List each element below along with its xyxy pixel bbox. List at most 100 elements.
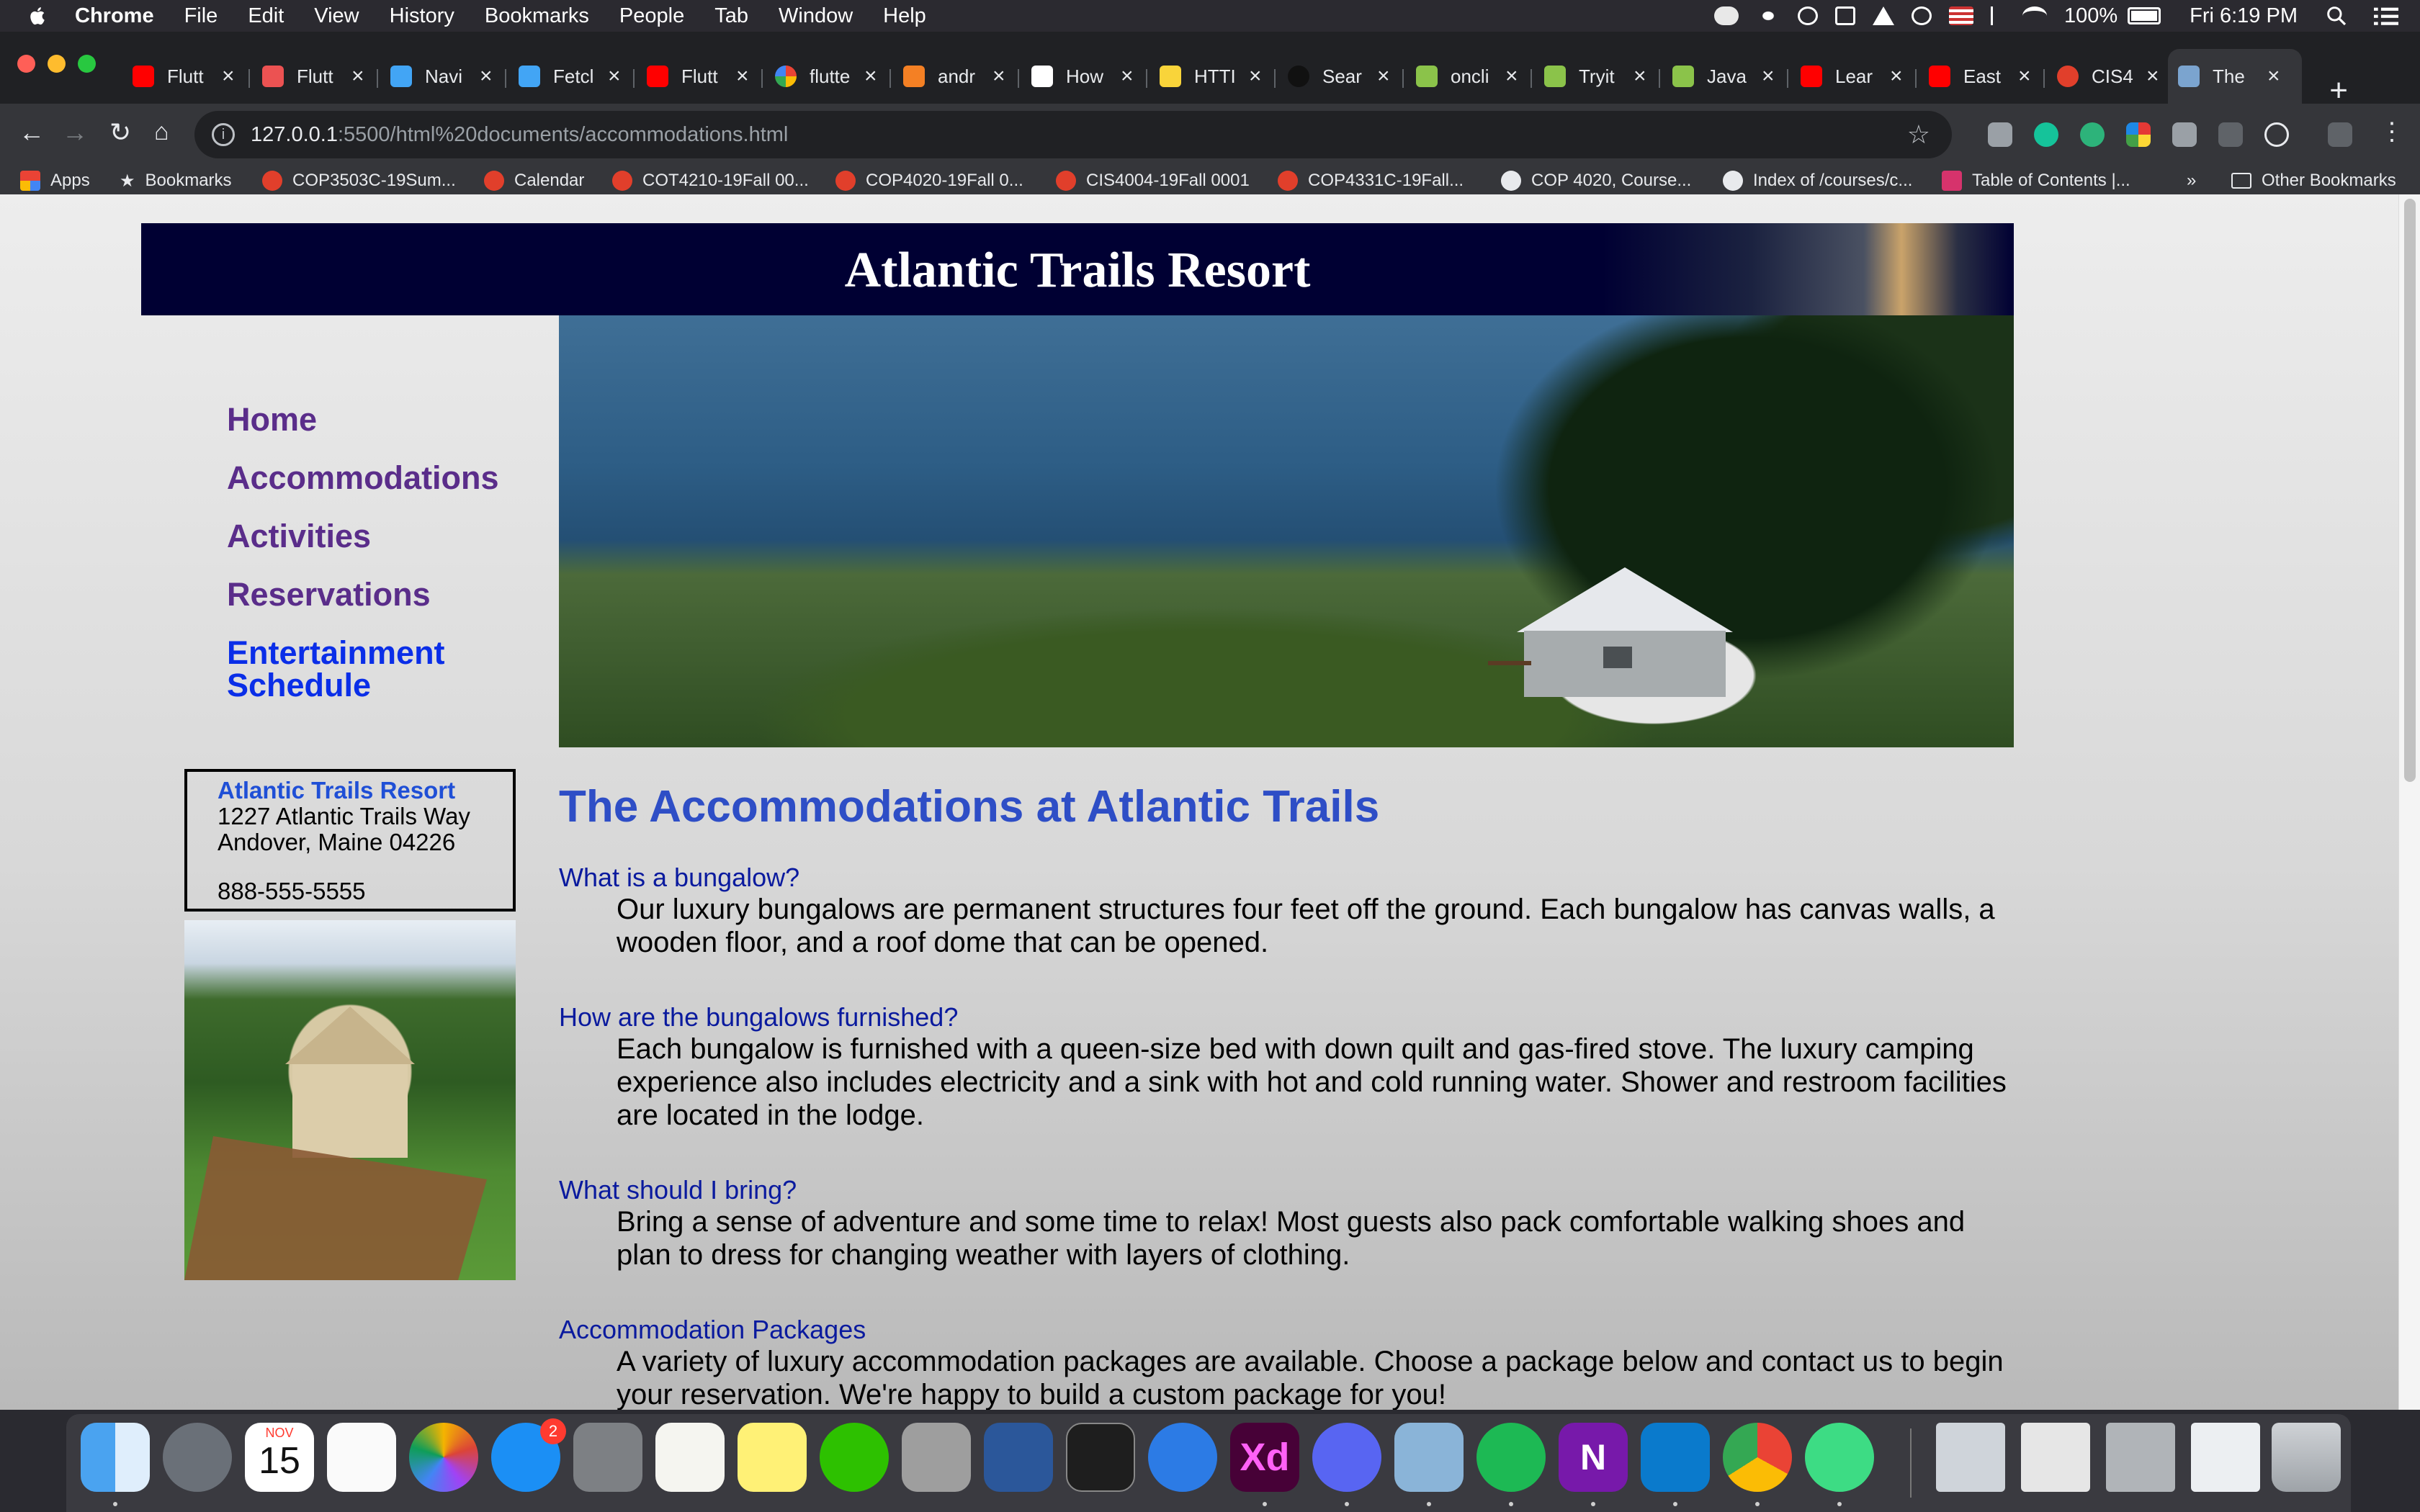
minimized-window-thumbnail[interactable]: [2191, 1423, 2260, 1492]
browser-tab[interactable]: Flutt ×: [252, 49, 364, 104]
browser-tab[interactable]: Sear ×: [1278, 49, 1390, 104]
reminders-icon[interactable]: [327, 1423, 396, 1492]
calendar-icon[interactable]: NOV 15: [245, 1423, 314, 1492]
home-icon[interactable]: ⌂: [154, 120, 169, 144]
extension-badge-icon[interactable]: [2080, 122, 2105, 147]
close-window-button[interactable]: [17, 55, 35, 73]
menu-history[interactable]: History: [390, 4, 454, 28]
minimize-window-button[interactable]: [48, 55, 66, 73]
close-tab-icon[interactable]: ×: [864, 64, 877, 89]
active-app-name[interactable]: Chrome: [75, 4, 154, 28]
bookmark-item[interactable]: COP4020-19Fall 0...: [835, 167, 1023, 194]
spotlight-search-icon[interactable]: [2325, 4, 2348, 27]
stickies-icon[interactable]: [738, 1423, 807, 1492]
minimized-window-thumbnail[interactable]: [2106, 1423, 2175, 1492]
browser-tab[interactable]: flutte ×: [765, 49, 877, 104]
nav-activities-link[interactable]: Activities: [227, 520, 499, 552]
browser-tab[interactable]: Navi ×: [380, 49, 493, 104]
forward-arrow-icon[interactable]: →: [62, 120, 88, 145]
finder-icon[interactable]: [81, 1423, 150, 1492]
us-flag-icon[interactable]: [1948, 6, 1973, 25]
close-tab-icon[interactable]: ×: [2146, 64, 2159, 89]
browser-tab[interactable]: East ×: [1919, 49, 2031, 104]
browser-tab[interactable]: Lear ×: [1791, 49, 1903, 104]
nav-accommodations-link[interactable]: Accommodations: [227, 462, 499, 494]
menu-help[interactable]: Help: [883, 4, 926, 28]
close-tab-icon[interactable]: ×: [2267, 64, 2280, 89]
battery-icon[interactable]: [2128, 7, 2161, 24]
vscode-icon[interactable]: [1641, 1423, 1710, 1492]
nav-home-link[interactable]: Home: [227, 403, 499, 436]
browser-tab[interactable]: CIS4 ×: [2047, 49, 2159, 104]
chrome-menu-icon[interactable]: ⋮: [2380, 120, 2404, 144]
color-palette-icon[interactable]: [2126, 122, 2151, 147]
browser-tab[interactable]: Java ×: [1662, 49, 1775, 104]
new-tab-button[interactable]: +: [2329, 75, 2348, 107]
textedit-icon[interactable]: [655, 1423, 725, 1492]
react-devtools-icon[interactable]: [2264, 122, 2289, 147]
close-tab-icon[interactable]: ×: [1634, 64, 1646, 89]
menu-file[interactable]: File: [184, 4, 218, 28]
close-tab-icon[interactable]: ×: [608, 64, 621, 89]
bookmark-item[interactable]: COT4210-19Fall 00...: [612, 167, 809, 194]
extension-icon[interactable]: [1988, 122, 2012, 147]
close-tab-icon[interactable]: ×: [480, 64, 493, 89]
reload-icon[interactable]: ↻: [109, 120, 131, 145]
grammarly-icon[interactable]: [2034, 122, 2058, 147]
bookmark-item[interactable]: COP 4020, Course...: [1501, 167, 1691, 194]
bookmark-folder-bookmarks[interactable]: ★ Bookmarks: [120, 167, 232, 194]
bookmark-item[interactable]: COP4331C-19Fall...: [1278, 167, 1464, 194]
menu-edit[interactable]: Edit: [248, 4, 284, 28]
close-tab-icon[interactable]: ×: [1505, 64, 1518, 89]
do-not-disturb-icon[interactable]: [1911, 6, 1932, 25]
other-bookmarks[interactable]: Other Bookmarks: [2231, 167, 2396, 194]
close-tab-icon[interactable]: ×: [992, 64, 1005, 89]
adobe-xd-icon[interactable]: Xd: [1230, 1423, 1299, 1492]
menu-view[interactable]: View: [314, 4, 359, 28]
creative-cloud-icon[interactable]: [1797, 6, 1818, 25]
bookmark-item[interactable]: Index of /courses/c...: [1723, 167, 1912, 194]
back-arrow-icon[interactable]: ←: [19, 120, 45, 145]
browser-tab-active[interactable]: The ×: [2168, 49, 2302, 104]
preview-icon[interactable]: [1394, 1423, 1464, 1492]
browser-tab[interactable]: How ×: [1021, 49, 1134, 104]
nav-entertainment-schedule-link[interactable]: Entertainment Schedule: [227, 636, 499, 701]
wifi-icon[interactable]: [2022, 6, 2047, 25]
close-tab-icon[interactable]: ×: [1890, 64, 1903, 89]
triangle-status-icon[interactable]: [1872, 6, 1894, 25]
minimized-window-thumbnail[interactable]: [1936, 1423, 2005, 1492]
bookmark-item[interactable]: Calendar: [484, 167, 584, 194]
bookmark-item[interactable]: Table of Contents |...: [1942, 167, 2130, 194]
close-tab-icon[interactable]: ×: [1762, 64, 1775, 89]
browser-tab[interactable]: Tryit ×: [1534, 49, 1646, 104]
browser-tab[interactable]: Flutt ×: [122, 49, 235, 104]
bookmark-item[interactable]: CIS4004-19Fall 0001: [1056, 167, 1250, 194]
minimized-window-thumbnail[interactable]: [2021, 1423, 2090, 1492]
terminal-icon[interactable]: [1066, 1423, 1135, 1492]
bluetooth-icon[interactable]: [1990, 6, 2005, 25]
close-tab-icon[interactable]: ×: [222, 64, 235, 89]
menu-tab[interactable]: Tab: [714, 4, 748, 28]
apple-logo-icon[interactable]: [27, 5, 49, 27]
discord-icon[interactable]: [1312, 1423, 1381, 1492]
close-tab-icon[interactable]: ×: [1249, 64, 1262, 89]
page-scrollbar[interactable]: [2398, 194, 2420, 1410]
onenote-icon[interactable]: N: [1559, 1423, 1628, 1492]
address-url[interactable]: 127.0.0.1:5500/html%20documents/accommod…: [251, 123, 788, 147]
close-tab-icon[interactable]: ×: [351, 64, 364, 89]
notification-center-icon[interactable]: [2374, 5, 2398, 27]
zoom-window-button[interactable]: [78, 55, 96, 73]
bookmark-apps[interactable]: Apps: [20, 167, 90, 194]
address-bar[interactable]: i 127.0.0.1:5500/html%20documents/accomm…: [194, 111, 1952, 158]
android-studio-icon[interactable]: [1805, 1423, 1874, 1492]
launchpad-icon[interactable]: [163, 1423, 232, 1492]
word-icon[interactable]: [984, 1423, 1053, 1492]
bookmarks-overflow-button[interactable]: »: [2187, 167, 2196, 194]
profile-icon[interactable]: [2328, 122, 2352, 147]
sparkle-status-icon[interactable]: [1755, 6, 1780, 25]
photos-icon[interactable]: [409, 1423, 478, 1492]
app-store-icon[interactable]: 2: [491, 1418, 566, 1492]
google-drive-icon[interactable]: [2172, 122, 2197, 147]
menu-bookmarks[interactable]: Bookmarks: [485, 4, 589, 28]
close-tab-icon[interactable]: ×: [2018, 64, 2031, 89]
